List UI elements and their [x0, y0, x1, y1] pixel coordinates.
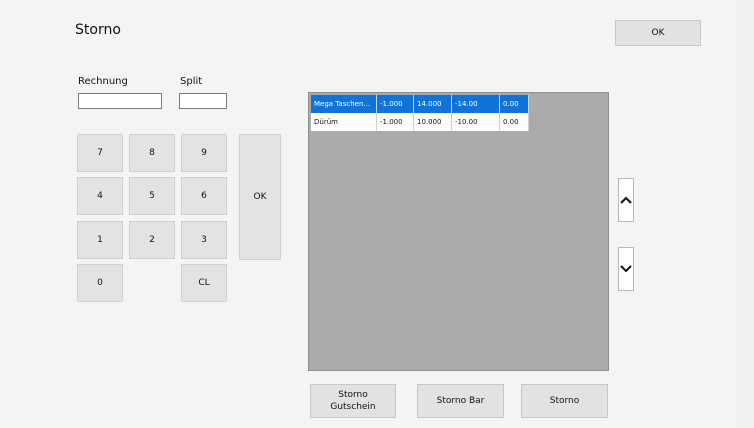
scroll-up-button[interactable] [618, 178, 634, 222]
storno-gutschein-button[interactable]: Storno Gutschein [310, 384, 396, 418]
keypad-clear-button[interactable]: CL [181, 264, 227, 302]
table-row[interactable]: Dürüm -1.000 10.000 -10.00 0.00 [311, 113, 529, 131]
keypad-1-button[interactable]: 1 [77, 221, 123, 259]
item-qty-cell: -1.000 [377, 113, 414, 131]
keypad-ok-button[interactable]: OK [239, 134, 281, 260]
right-gutter [736, 0, 754, 428]
chevron-down-icon [620, 265, 632, 273]
chevron-up-icon [620, 196, 632, 204]
rechnung-input[interactable] [78, 93, 162, 109]
item-name-cell: Mega Taschen... [311, 95, 377, 113]
ok-top-button[interactable]: OK [615, 20, 701, 46]
keypad-9-button[interactable]: 9 [181, 134, 227, 172]
scroll-down-button[interactable] [618, 247, 634, 291]
item-price-cell: 10.000 [414, 113, 452, 131]
keypad-8-button[interactable]: 8 [129, 134, 175, 172]
item-extra-cell: 0.00 [500, 113, 529, 131]
item-total-cell: -10.00 [452, 113, 500, 131]
items-grid[interactable]: Mega Taschen... -1.000 14.000 -14.00 0.0… [308, 92, 609, 371]
item-total-cell: -14.00 [452, 95, 500, 113]
item-extra-cell: 0.00 [500, 95, 529, 113]
keypad-5-button[interactable]: 5 [129, 177, 175, 215]
storno-button[interactable]: Storno [521, 384, 608, 418]
rechnung-label: Rechnung [78, 76, 128, 87]
keypad-7-button[interactable]: 7 [77, 134, 123, 172]
keypad-0-button[interactable]: 0 [77, 264, 123, 302]
split-input[interactable] [179, 93, 227, 109]
item-name-cell: Dürüm [311, 113, 377, 131]
item-price-cell: 14.000 [414, 95, 452, 113]
item-qty-cell: -1.000 [377, 95, 414, 113]
table-row[interactable]: Mega Taschen... -1.000 14.000 -14.00 0.0… [311, 95, 529, 113]
page-title: Storno [75, 22, 121, 38]
storno-bar-button[interactable]: Storno Bar [417, 384, 504, 418]
split-label: Split [180, 76, 203, 87]
keypad-6-button[interactable]: 6 [181, 177, 227, 215]
keypad-4-button[interactable]: 4 [77, 177, 123, 215]
keypad-3-button[interactable]: 3 [181, 221, 227, 259]
keypad-2-button[interactable]: 2 [129, 221, 175, 259]
